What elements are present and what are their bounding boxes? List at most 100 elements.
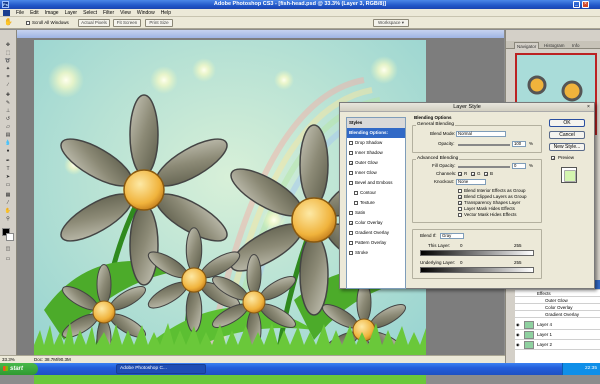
tab-info[interactable]: Info (570, 42, 582, 49)
adv-checkbox[interactable] (458, 189, 462, 193)
style-checkbox[interactable] (349, 180, 353, 185)
style-item-inner-glow[interactable]: Inner Glow (347, 168, 405, 178)
hand-tool-icon[interactable]: ✋ (2, 208, 14, 215)
close-button[interactable]: × (582, 1, 589, 8)
style-checkbox[interactable] (349, 150, 353, 155)
this-layer-slider[interactable] (420, 250, 534, 256)
underlying-layer-slider[interactable] (420, 267, 534, 273)
menu-select[interactable]: Select (80, 9, 100, 17)
layer-effect-row[interactable]: Gradient Overlay (515, 311, 600, 318)
opacity-input[interactable]: 100 (512, 141, 526, 147)
tab-navigator[interactable]: Navigator (514, 42, 540, 49)
channel-r-checkbox[interactable]: ✓ (458, 172, 462, 177)
styles-header[interactable]: Styles (347, 118, 405, 128)
actual-pixels-button[interactable]: Actual Pixels (78, 19, 110, 27)
style-item-bevel-emboss[interactable]: Bevel and Emboss (347, 178, 405, 188)
adv-checkbox[interactable] (458, 207, 462, 211)
layer-row[interactable]: ◉ Layer 4 (515, 320, 600, 330)
opacity-slider[interactable] (458, 144, 510, 146)
hand-tool-icon[interactable]: ✋ (4, 19, 13, 27)
magic-wand-tool-icon[interactable]: ✦ (2, 66, 14, 73)
eraser-tool-icon[interactable]: ▱ (2, 124, 14, 131)
layer-effect-row[interactable]: Outer Glow (515, 297, 600, 304)
tab-histogram[interactable]: Histogram (542, 42, 567, 49)
menu-layer[interactable]: Layer (62, 9, 81, 17)
style-checkbox[interactable] (349, 240, 353, 245)
menu-edit[interactable]: Edit (27, 9, 42, 17)
dialog-close-icon[interactable]: × (585, 104, 592, 111)
adv-checkbox[interactable]: ✓ (458, 195, 462, 200)
style-item-satin[interactable]: Satin (347, 208, 405, 218)
style-checkbox[interactable] (349, 140, 353, 145)
marquee-tool-icon[interactable]: ⬚ (2, 50, 14, 57)
menu-image[interactable]: Image (42, 9, 62, 17)
menu-file[interactable]: File (13, 9, 27, 17)
workspace-button[interactable]: Workspace ▾ (373, 19, 409, 27)
dodge-tool-icon[interactable]: ● (2, 148, 14, 155)
start-button[interactable]: start (0, 363, 38, 375)
style-item-stroke[interactable]: Stroke (347, 248, 405, 258)
notes-tool-icon[interactable]: ▦ (2, 192, 14, 199)
channel-g-checkbox[interactable]: ✓ (471, 172, 475, 177)
menu-help[interactable]: Help (158, 9, 174, 17)
style-item-drop-shadow[interactable]: Drop Shadow (347, 138, 405, 148)
move-tool-icon[interactable]: ✥ (2, 42, 14, 49)
fit-screen-button[interactable]: Fit Screen (113, 19, 141, 27)
lasso-tool-icon[interactable]: ➰ (2, 58, 14, 65)
crop-tool-icon[interactable]: ⌗ (2, 74, 14, 81)
layer-effects-row[interactable]: Effects (515, 290, 600, 297)
layer-row[interactable]: ◉ Layer 1 (515, 330, 600, 340)
style-checkbox[interactable]: ✓ (349, 160, 353, 165)
style-item-blending-options[interactable]: Blending Options: Custom (347, 128, 405, 145)
style-checkbox[interactable] (349, 230, 353, 235)
shape-tool-icon[interactable]: ▭ (2, 182, 14, 189)
menu-view[interactable]: View (117, 9, 134, 17)
background-color-swatch[interactable] (6, 233, 14, 241)
style-checkbox[interactable] (349, 170, 353, 175)
fill-opacity-slider[interactable] (458, 166, 510, 168)
stamp-tool-icon[interactable]: ⊥ (2, 108, 14, 115)
scroll-all-checkbox[interactable] (26, 21, 30, 25)
menu-window[interactable]: Window (134, 9, 158, 17)
style-item-gradient-overlay[interactable]: Gradient Overlay (347, 228, 405, 238)
zoom-tool-icon[interactable]: ⚲ (2, 216, 14, 223)
style-checkbox[interactable]: ✓ (349, 220, 353, 225)
type-tool-icon[interactable]: T (2, 166, 14, 173)
style-item-inner-shadow[interactable]: Inner Shadow (347, 148, 405, 158)
eye-icon[interactable]: ◉ (516, 322, 521, 327)
style-checkbox[interactable] (349, 210, 353, 215)
healing-tool-icon[interactable]: ✚ (2, 92, 14, 99)
brush-tool-icon[interactable]: ✎ (2, 100, 14, 107)
gradient-tool-icon[interactable]: ▤ (2, 132, 14, 139)
blur-tool-icon[interactable]: 💧 (2, 140, 14, 147)
channel-b-checkbox[interactable]: ✓ (484, 172, 488, 177)
ok-button[interactable]: OK (549, 119, 585, 127)
print-size-button[interactable]: Print Size (145, 19, 173, 27)
style-item-texture[interactable]: Texture (347, 198, 405, 208)
minimize-button[interactable]: _ (573, 1, 580, 8)
style-checkbox[interactable] (354, 200, 358, 205)
layer-effect-row[interactable]: Color Overlay (515, 304, 600, 311)
pen-tool-icon[interactable]: ✒ (2, 158, 14, 165)
fill-opacity-input[interactable]: 0 (512, 163, 526, 169)
slice-tool-icon[interactable]: ∕ (2, 82, 14, 89)
taskbar-item-photoshop[interactable]: Adobe Photoshop C... (116, 364, 206, 374)
path-select-icon[interactable]: ➤ (2, 174, 14, 181)
style-item-contour[interactable]: Contour (347, 188, 405, 198)
style-item-color-overlay[interactable]: ✓ Color Overlay (347, 218, 405, 228)
style-item-pattern-overlay[interactable]: Pattern Overlay (347, 238, 405, 248)
preview-checkbox[interactable]: ✓ (551, 156, 555, 161)
cancel-button[interactable]: Cancel (549, 131, 585, 139)
style-item-outer-glow[interactable]: ✓ Outer Glow (347, 158, 405, 168)
history-brush-icon[interactable]: ↺ (2, 116, 14, 123)
knockout-select[interactable]: None (456, 179, 486, 185)
style-checkbox[interactable] (354, 190, 358, 195)
new-style-button[interactable]: New Style... (549, 143, 585, 151)
adv-checkbox[interactable]: ✓ (458, 201, 462, 206)
eye-icon[interactable]: ◉ (516, 332, 521, 337)
adv-checkbox[interactable] (458, 213, 462, 217)
eyedropper-tool-icon[interactable]: ⁄ (2, 200, 14, 207)
screen-mode-icon[interactable]: ▭ (2, 256, 14, 263)
style-checkbox[interactable] (349, 250, 353, 255)
menu-filter[interactable]: Filter (100, 9, 117, 17)
